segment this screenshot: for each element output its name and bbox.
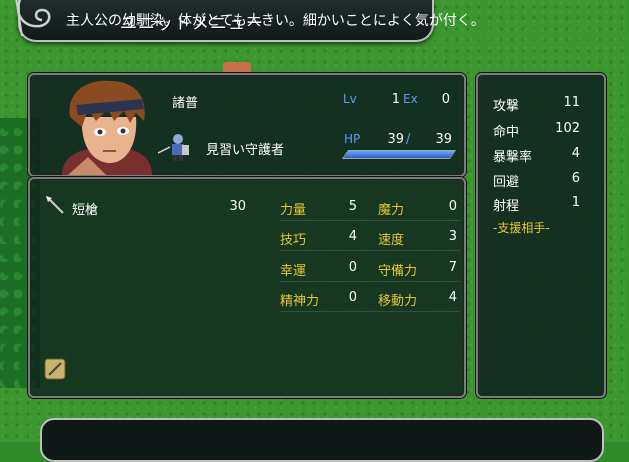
stat-value: 0: [348, 260, 357, 275]
stat-label: 精神力: [280, 294, 320, 309]
hp-separator: /: [406, 132, 411, 147]
level-label: Lv: [343, 92, 357, 106]
stat-value: 0: [448, 199, 457, 214]
hp-max: 39: [435, 132, 452, 147]
combat-label: 回避: [493, 175, 520, 190]
class-name: 見習い守護者: [206, 143, 285, 158]
combat-label: 暴撃率: [493, 150, 533, 165]
stat-label: 守備力: [378, 264, 418, 279]
combat-label: 命中: [493, 125, 520, 140]
stat-label: 速度: [378, 233, 405, 248]
hp-current: 39: [387, 132, 404, 147]
hp-gauge: [341, 150, 457, 159]
combat-value: 11: [563, 95, 580, 110]
support-partners-label[interactable]: -支援相手-: [493, 219, 550, 236]
exp-value: 0: [441, 92, 450, 107]
stat-value: 3: [448, 229, 457, 244]
item-icon[interactable]: [44, 358, 66, 380]
stat-label: 力量: [280, 203, 307, 218]
combat-label: 攻撃: [493, 99, 520, 114]
stat-label: 魔力: [378, 203, 405, 218]
description-text: 主人公の幼馴染。体がとても大きい。細かいことによく気が付く。: [66, 13, 485, 29]
stat-label: 技巧: [280, 233, 307, 248]
combat-value: 1: [571, 195, 580, 210]
weapon-uses: 30: [229, 199, 246, 214]
stat-value: 4: [348, 229, 357, 244]
divider: [280, 281, 460, 282]
hp-label: HP: [344, 132, 361, 146]
stat-value: 5: [348, 199, 357, 214]
divider: [280, 250, 460, 251]
combat-value: 6: [571, 171, 580, 186]
stat-value: 0: [348, 290, 357, 305]
stat-label: 幸運: [280, 264, 307, 279]
knight-sprite-icon: [157, 134, 189, 161]
description-window: [40, 418, 604, 462]
level-value: 1: [391, 92, 400, 107]
divider: [280, 311, 460, 312]
ornament-icon: [15, 0, 51, 37]
spear-icon: [46, 196, 64, 214]
character-portrait: [62, 80, 152, 175]
stat-label: 移動力: [378, 294, 418, 309]
divider: [280, 220, 460, 221]
combat-value: 102: [555, 121, 580, 136]
stat-value: 4: [448, 290, 457, 305]
combat-value: 4: [571, 146, 580, 161]
weapon-name[interactable]: 短槍: [72, 199, 98, 218]
hp-gauge-fill: [343, 151, 455, 158]
stat-value: 7: [448, 260, 457, 275]
exp-label: Ex: [403, 92, 418, 106]
unit-name: 諸普: [172, 96, 199, 111]
combat-label: 射程: [493, 199, 520, 214]
